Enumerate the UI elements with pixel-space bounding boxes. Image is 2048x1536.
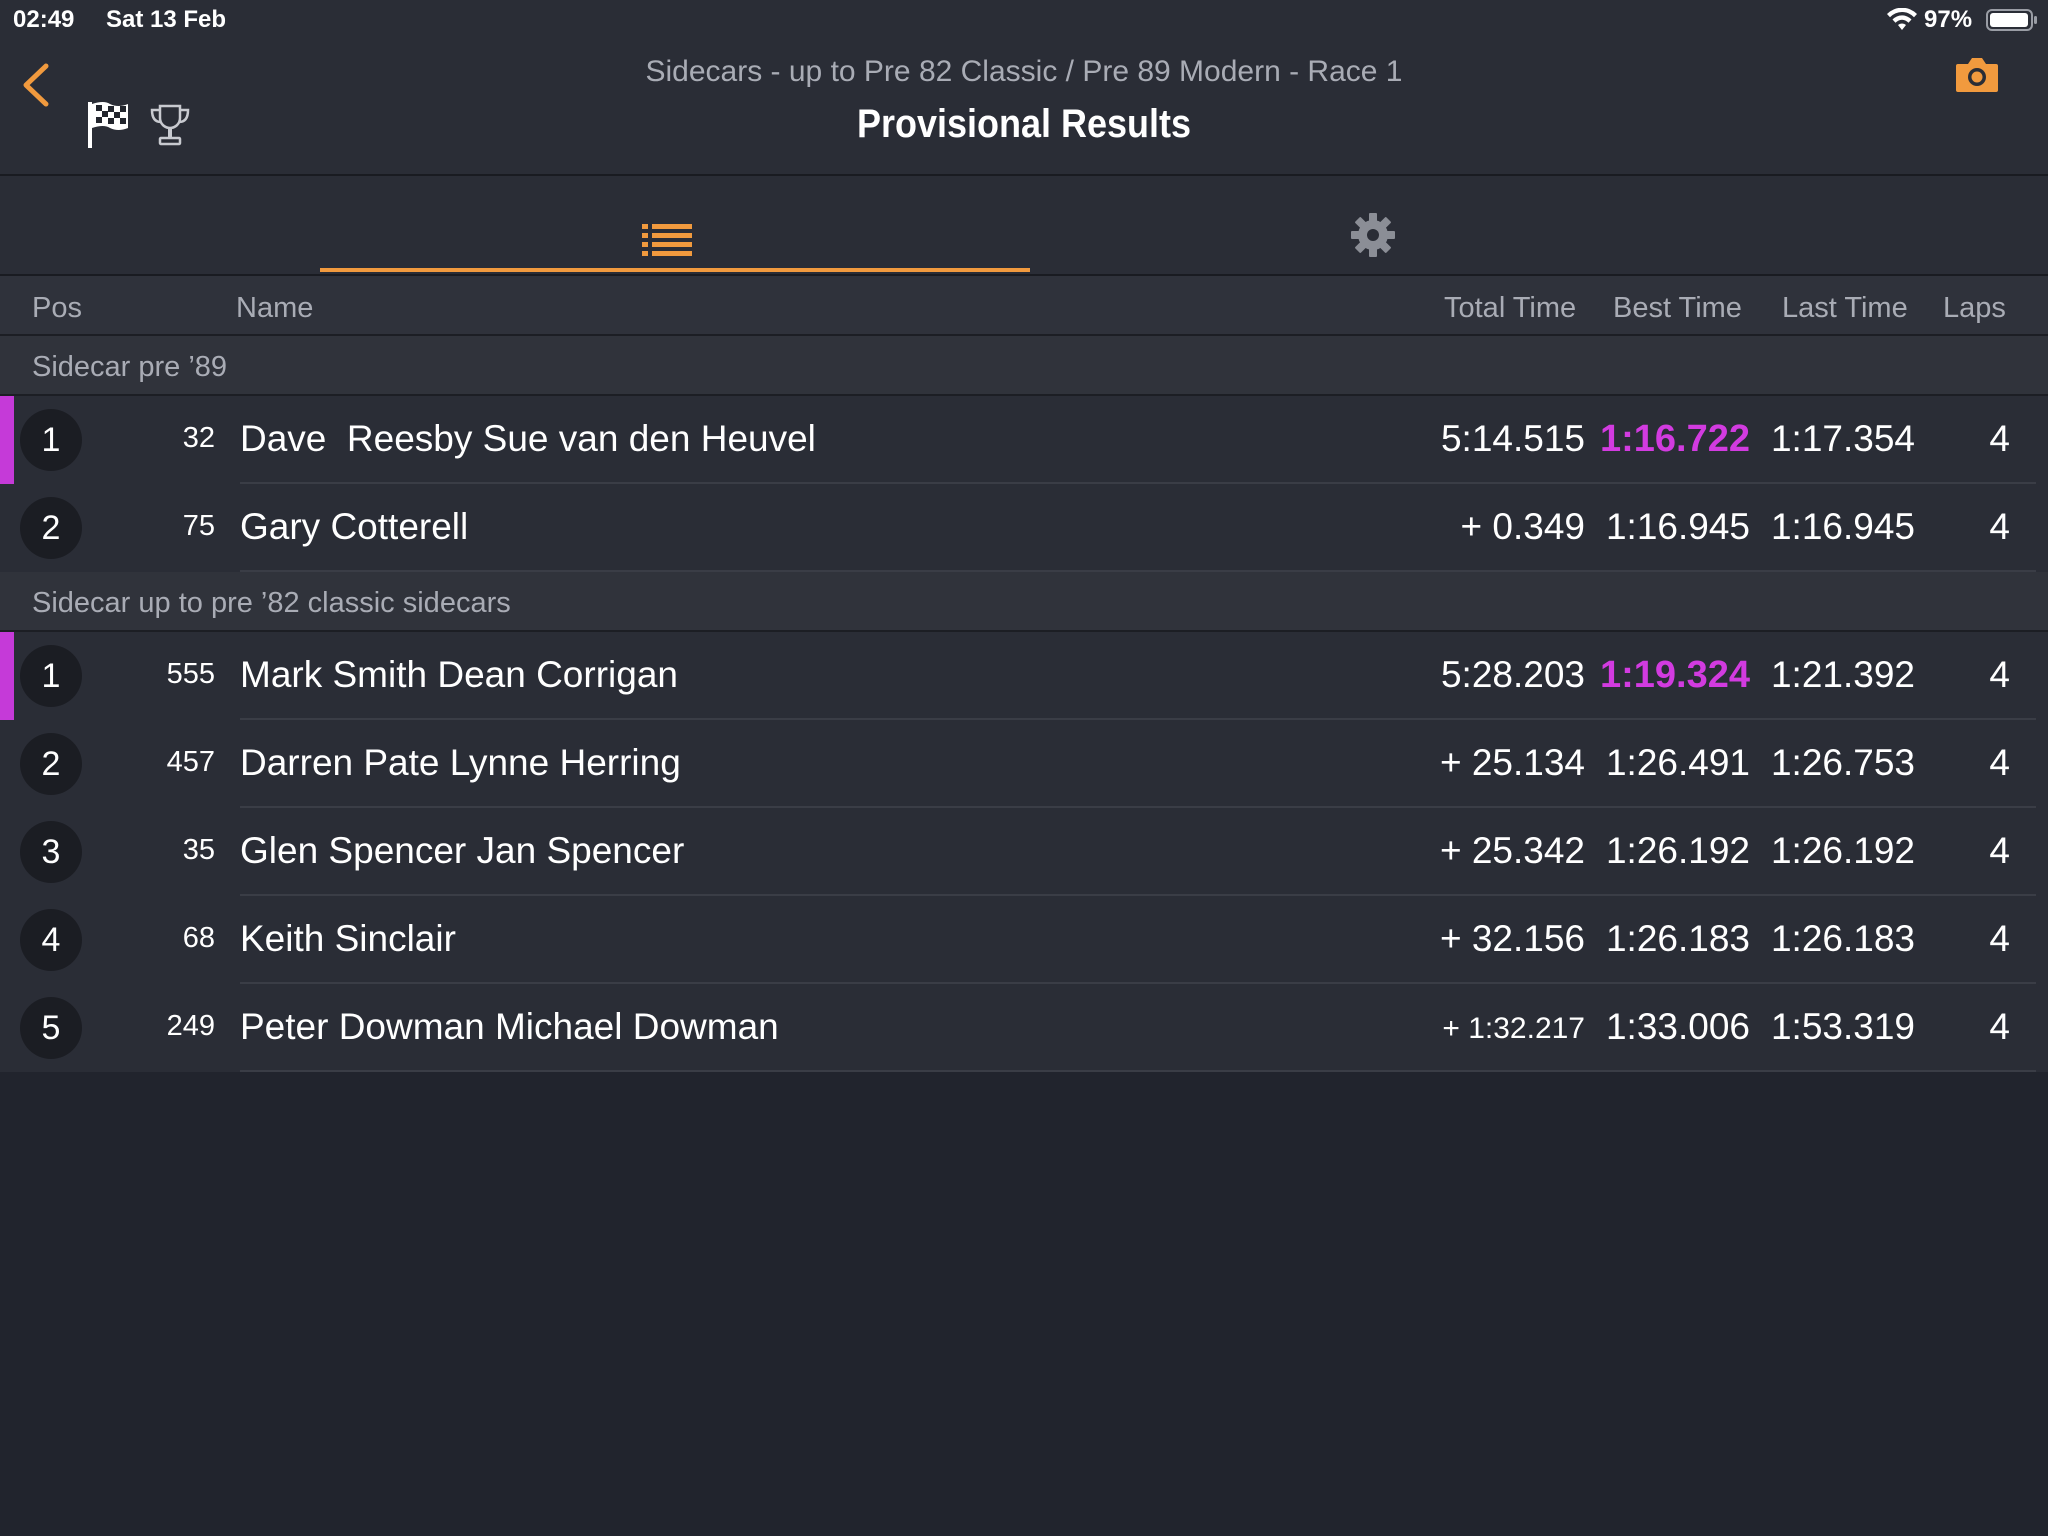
battery-icon: [1986, 9, 2037, 31]
last-time: 1:26.192: [1770, 830, 1915, 871]
laps-count: 4: [1989, 1006, 2010, 1047]
class-leader-marker: [0, 396, 14, 484]
race-number: 457: [166, 746, 215, 778]
best-time: 1:26.192: [1605, 830, 1750, 871]
tab-bar: [0, 176, 2048, 276]
page-title: Provisional Results: [856, 102, 1192, 146]
total-time: + 25.342: [1439, 830, 1585, 871]
last-time: 1:16.945: [1770, 506, 1915, 547]
column-header-name[interactable]: Name: [236, 292, 313, 325]
result-row[interactable]: 1 555 Mark Smith Dean Corrigan 5:28.203 …: [0, 632, 2048, 720]
rider-name: Dave Reesby Sue van den Heuvel: [240, 418, 816, 459]
laps-count: 4: [1989, 742, 2010, 783]
result-row[interactable]: 2 75 Gary Cotterell + 0.349 1:16.945 1:1…: [0, 484, 2048, 572]
column-header-total-time[interactable]: Total Time: [1444, 292, 1576, 325]
total-time: + 1:32.217: [1442, 1012, 1585, 1045]
total-time: + 32.156: [1439, 918, 1585, 959]
race-subtitle: Sidecars - up to Pre 82 Classic / Pre 89…: [645, 55, 1403, 88]
battery-percentage: 97%: [1924, 6, 1973, 33]
class-group-title: Sidecar pre ’89: [32, 351, 228, 383]
laps-count: 4: [1989, 418, 2010, 459]
result-row[interactable]: 4 68 Keith Sinclair + 32.156 1:26.183 1:…: [0, 896, 2048, 984]
class-group-header: Sidecar up to pre ’82 classic sidecars: [0, 572, 2048, 632]
last-time: 1:21.392: [1770, 654, 1915, 695]
column-header-best-time[interactable]: Best Time: [1613, 292, 1742, 325]
race-number: 555: [166, 658, 215, 690]
wifi-icon: [1887, 8, 1917, 30]
best-time: 1:16.722: [1599, 418, 1750, 460]
list-icon: [642, 224, 692, 256]
status-bar: 02:49 Sat 13 Feb 97%: [0, 0, 2048, 40]
gear-icon: [1351, 213, 1395, 257]
laps-count: 4: [1989, 506, 2010, 547]
best-time: 1:26.183: [1605, 918, 1750, 959]
best-time: 1:19.324: [1599, 654, 1750, 696]
rider-name: Mark Smith Dean Corrigan: [240, 654, 678, 695]
total-time: 5:28.203: [1440, 654, 1585, 695]
total-time: + 0.349: [1460, 506, 1585, 547]
result-row[interactable]: 3 35 Glen Spencer Jan Spencer + 25.342 1…: [0, 808, 2048, 896]
row-divider: [240, 1070, 2036, 1072]
rider-name: Glen Spencer Jan Spencer: [240, 830, 685, 871]
tab-settings[interactable]: [1050, 176, 1710, 274]
camera-icon[interactable]: [1954, 54, 2000, 94]
total-time: + 25.134: [1439, 742, 1585, 783]
last-time: 1:26.183: [1770, 918, 1915, 959]
last-time: 1:26.753: [1770, 742, 1915, 783]
best-time: 1:26.491: [1605, 742, 1750, 783]
total-time: 5:14.515: [1440, 418, 1585, 459]
rider-name: Keith Sinclair: [240, 918, 456, 959]
position-badge: 2: [20, 497, 82, 559]
class-leader-marker: [0, 632, 14, 720]
column-header-pos[interactable]: Pos: [32, 292, 82, 325]
best-time: 1:16.945: [1605, 506, 1750, 547]
position-badge: 2: [20, 733, 82, 795]
race-number: 68: [182, 922, 215, 954]
result-row[interactable]: 2 457 Darren Pate Lynne Herring + 25.134…: [0, 720, 2048, 808]
class-group-header: Sidecar pre ’89: [0, 336, 2048, 396]
rider-name: Darren Pate Lynne Herring: [240, 742, 681, 783]
rider-name: Gary Cotterell: [240, 506, 469, 547]
race-number: 249: [166, 1010, 215, 1042]
status-time: 02:49: [13, 6, 75, 33]
position-badge: 1: [20, 409, 82, 471]
position-badge: 1: [20, 645, 82, 707]
results-header: Sidecars - up to Pre 82 Classic / Pre 89…: [0, 40, 2048, 176]
class-group-title: Sidecar up to pre ’82 classic sidecars: [32, 587, 511, 619]
result-row[interactable]: 5 249 Peter Dowman Michael Dowman + 1:32…: [0, 984, 2048, 1072]
last-time: 1:17.354: [1770, 418, 1915, 459]
race-number: 32: [182, 422, 215, 454]
race-number: 75: [182, 510, 215, 542]
position-badge: 5: [20, 997, 82, 1059]
last-time: 1:53.319: [1770, 1006, 1915, 1047]
column-header-laps[interactable]: Laps: [1943, 292, 2006, 325]
position-badge: 4: [20, 909, 82, 971]
rider-name: Peter Dowman Michael Dowman: [240, 1006, 779, 1047]
race-number: 35: [182, 834, 215, 866]
laps-count: 4: [1989, 918, 2010, 959]
table-header: Pos Name Total Time Best Time Last Time …: [0, 276, 2048, 336]
best-time: 1:33.006: [1605, 1006, 1750, 1047]
status-date: Sat 13 Feb: [106, 6, 227, 33]
laps-count: 4: [1989, 654, 2010, 695]
column-header-last-time[interactable]: Last Time: [1782, 292, 1908, 325]
laps-count: 4: [1989, 830, 2010, 871]
result-row[interactable]: 1 32 Dave Reesby Sue van den Heuvel 5:14…: [0, 396, 2048, 484]
selected-tab-indicator: [320, 268, 1030, 272]
tab-results-list[interactable]: [320, 176, 1030, 274]
position-badge: 3: [20, 821, 82, 883]
